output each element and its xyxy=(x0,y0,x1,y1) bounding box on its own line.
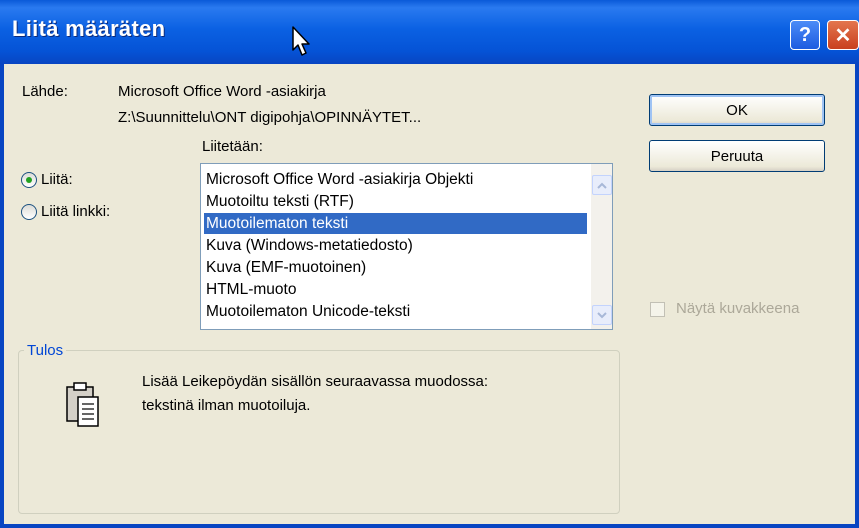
window-title: Liitä määräten xyxy=(12,16,166,41)
result-description-line1: Lisää Leikepöydän sisällön seuraavassa m… xyxy=(142,373,489,390)
result-description-line2: tekstinä ilman muotoiluja. xyxy=(142,397,311,414)
list-item[interactable]: Kuva (EMF-muotoinen) xyxy=(204,257,366,278)
cancel-button-label: Peruuta xyxy=(710,147,764,165)
list-item[interactable]: Muotoilematon Unicode-teksti xyxy=(204,301,410,322)
close-icon: ✕ xyxy=(834,24,852,47)
chevron-down-icon xyxy=(597,311,607,318)
close-button[interactable]: ✕ xyxy=(827,20,859,50)
radio-selected-dot xyxy=(26,177,32,183)
scroll-down-button[interactable] xyxy=(592,305,612,325)
paste-format-list[interactable]: Microsoft Office Word -asiakirja Objekti… xyxy=(200,163,613,330)
list-item[interactable]: Muotoiltu teksti (RTF) xyxy=(204,191,354,212)
chevron-up-icon xyxy=(597,182,607,189)
source-path: Z:\Suunnittelu\ONT digipohja\OPINNÄYTET.… xyxy=(118,109,422,126)
help-button[interactable]: ? xyxy=(790,20,820,50)
result-group-title: Tulos xyxy=(24,342,67,359)
clipboard-icon xyxy=(66,382,99,427)
ok-button[interactable]: OK xyxy=(649,94,825,126)
mouse-cursor-icon xyxy=(292,26,310,56)
list-item[interactable]: Microsoft Office Word -asiakirja Objekti xyxy=(204,169,473,190)
list-item[interactable]: Kuva (Windows-metatiedosto) xyxy=(204,235,413,256)
ok-button-label: OK xyxy=(726,101,748,119)
help-icon: ? xyxy=(798,23,812,46)
paste-as-label: Liitetään: xyxy=(202,138,263,155)
cancel-button[interactable]: Peruuta xyxy=(649,140,825,172)
display-as-icon-checkbox[interactable] xyxy=(650,302,665,317)
list-item-selected[interactable]: Muotoilematon teksti xyxy=(204,213,587,234)
source-label: Lähde: xyxy=(22,83,68,100)
list-item[interactable]: HTML-muoto xyxy=(204,279,296,300)
scroll-up-button[interactable] xyxy=(592,175,612,195)
paste-radio[interactable] xyxy=(21,172,37,188)
paste-radio-label[interactable]: Liitä: xyxy=(41,171,73,188)
paste-link-radio[interactable] xyxy=(21,204,37,220)
title-bar[interactable]: Liitä määräten ? ✕ xyxy=(0,0,859,64)
source-type: Microsoft Office Word -asiakirja xyxy=(118,83,326,100)
paste-link-radio-label[interactable]: Liitä linkki: xyxy=(41,203,110,220)
display-as-icon-label: Näytä kuvakkeena xyxy=(676,300,800,317)
